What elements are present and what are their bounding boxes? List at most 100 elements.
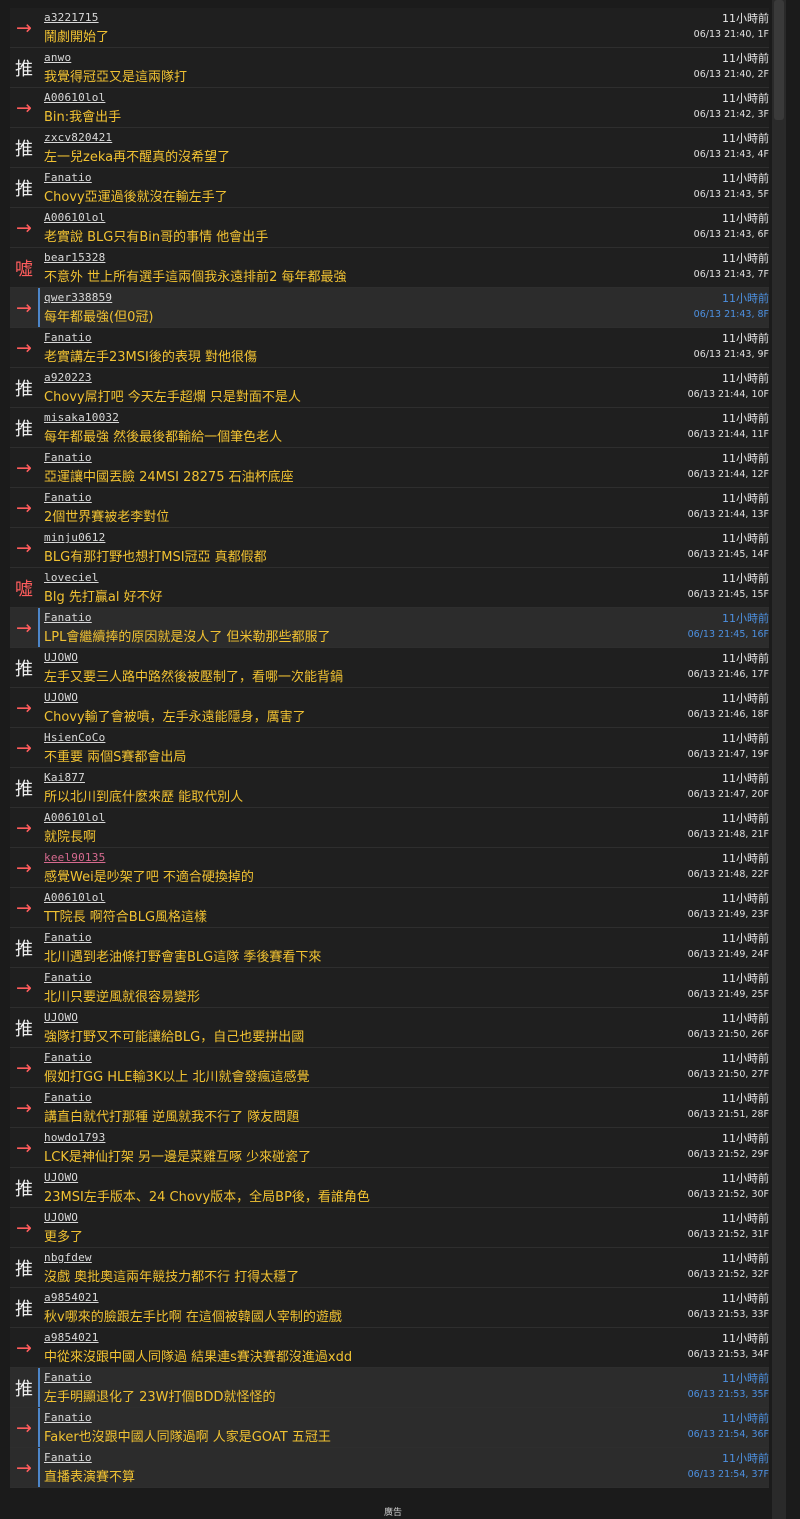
scrollbar-track[interactable] (772, 0, 786, 1519)
push-row[interactable]: 推 a9854021 秋v哪來的臉跟左手比啊 在這個被韓國人宰制的遊戲 11小時前 06… (10, 1288, 769, 1328)
push-userid[interactable]: HsienCoCo (44, 731, 105, 744)
push-content: 左手明顯退化了 23W打個BDD就怪怪的 (44, 1390, 276, 1405)
push-userid[interactable]: misaka10032 (44, 411, 119, 424)
push-row[interactable]: → keel90135 感覺Wei是吵架了吧 不適合硬換掉的 11小時前 06/13 2… (10, 848, 769, 888)
push-userid[interactable]: bear15328 (44, 251, 105, 264)
push-userid[interactable]: A00610lol (44, 811, 105, 824)
push-userid[interactable]: UJOWO (44, 691, 78, 704)
push-datetime-floor: 06/13 21:40, 2F (693, 69, 769, 80)
push-row[interactable]: → a9854021 中從來沒跟中國人同隊過 結果連s賽決賽都沒進過xdd 11小時前… (10, 1328, 769, 1368)
push-row[interactable]: 推 UJOWO 左手又要三人路中路然後被壓制了，看哪一次能背鍋 11小時前 06/13 … (10, 648, 769, 688)
push-row[interactable]: → Fanatio 直播表演賽不算 11小時前 06/13 21:54, 37F (10, 1448, 769, 1488)
push-row[interactable]: 推 anwo 我覺得冠亞又是這兩隊打 11小時前 06/13 21:40, 2F (10, 48, 769, 88)
push-row[interactable]: → Fanatio LPL會繼續捧的原因就是沒人了 但米勒那些都服了 11小時前 06/… (10, 608, 769, 648)
push-row[interactable]: 推 UJOWO 強隊打野又不可能讓給BLG，自己也要拼出國 11小時前 06/13 21… (10, 1008, 769, 1048)
push-content: 我覺得冠亞又是這兩隊打 (44, 70, 188, 85)
push-datetime-floor: 06/13 21:49, 25F (687, 989, 769, 1000)
push-row[interactable]: 推 misaka10032 每年都最強 然後最後都輸給一個筆色老人 11小時前 06/1… (10, 408, 769, 448)
push-userid[interactable]: Fanatio (44, 451, 92, 464)
push-datetime-floor: 06/13 21:50, 26F (687, 1029, 769, 1040)
push-userid[interactable]: a9854021 (44, 1331, 99, 1344)
push-tag-arrow: → (16, 736, 32, 759)
push-userid[interactable]: Fanatio (44, 971, 92, 984)
push-userid[interactable]: Fanatio (44, 171, 92, 184)
push-userid[interactable]: nbgfdew (44, 1251, 92, 1264)
push-tag-arrow: → (16, 16, 32, 39)
scrollbar-thumb[interactable] (774, 0, 784, 120)
push-row[interactable]: 推 Kai877 所以北川到底什麼來歷 能取代別人 11小時前 06/13 21:47,… (10, 768, 769, 808)
push-userid[interactable]: Fanatio (44, 1451, 92, 1464)
push-row[interactable]: 推 a920223 Chovy屌打吧 今天左手超爛 只是對面不是人 11小時前 06/1… (10, 368, 769, 408)
push-row[interactable]: → howdo1793 LCK是神仙打架 另一邊是菜雞互啄 少來碰瓷了 11小時前 06… (10, 1128, 769, 1168)
push-row[interactable]: → A00610lol Bin:我會出手 11小時前 06/13 21:42, 3F (10, 88, 769, 128)
push-userid[interactable]: minju0612 (44, 531, 105, 544)
push-content: 更多了 (44, 1230, 84, 1245)
push-row[interactable]: 推 nbgfdew 沒戲 奧批奧這兩年競技力都不行 打得太穩了 11小時前 06/13 … (10, 1248, 769, 1288)
push-userid[interactable]: Fanatio (44, 1411, 92, 1424)
push-userid[interactable]: anwo (44, 51, 71, 64)
push-userid[interactable]: Fanatio (44, 491, 92, 504)
push-userid[interactable]: UJOWO (44, 1171, 78, 1184)
push-tag-arrow: → (16, 336, 32, 359)
push-userid[interactable]: Fanatio (44, 1371, 92, 1384)
push-row[interactable]: → minju0612 BLG有那打野也想打MSI冠亞 真都假都 11小時前 06/13… (10, 528, 769, 568)
push-row[interactable]: → Fanatio 假如打GG HLE輸3K以上 北川就會發瘋這感覺 11小時前 06/… (10, 1048, 769, 1088)
push-userid[interactable]: Kai877 (44, 771, 85, 784)
push-content: 2個世界賽被老李對位 (44, 510, 170, 525)
push-row[interactable]: → qwer338859 每年都最強(但0冠) 11小時前 06/13 21:43, 8… (10, 288, 769, 328)
push-userid[interactable]: howdo1793 (44, 1131, 105, 1144)
push-datetime-floor: 06/13 21:44, 12F (687, 469, 769, 480)
push-userid[interactable]: a9854021 (44, 1291, 99, 1304)
push-row[interactable]: 噓 loveciel Blg 先打贏al 好不好 11小時前 06/13 21:45, … (10, 568, 769, 608)
push-row[interactable]: → Fanatio 2個世界賽被老李對位 11小時前 06/13 21:44, 13F (10, 488, 769, 528)
push-datetime-floor: 06/13 21:43, 7F (693, 269, 769, 280)
push-userid[interactable]: qwer338859 (44, 291, 112, 304)
push-row[interactable]: 推 zxcv820421 左一兒zeka再不醒真的沒希望了 11小時前 06/13 21… (10, 128, 769, 168)
push-relative-time: 11小時前 (722, 332, 769, 345)
push-row[interactable]: 推 Fanatio Chovy亞運過後就沒在輸左手了 11小時前 06/13 21:43… (10, 168, 769, 208)
push-row[interactable]: 噓 bear15328 不意外 世上所有選手這兩個我永遠排前2 每年都最強 11小時前… (10, 248, 769, 288)
push-content: 感覺Wei是吵架了吧 不適合硬換掉的 (44, 870, 254, 885)
push-row[interactable]: 推 UJOWO 23MSI左手版本、24 Chovy版本，全局BP後，看誰角色 11小… (10, 1168, 769, 1208)
push-row[interactable]: → Fanatio 講直白就代打那種 逆風就我不行了 隊友問題 11小時前 06/13 … (10, 1088, 769, 1128)
push-row[interactable]: → HsienCoCo 不重要 兩個S賽都會出局 11小時前 06/13 21:47, … (10, 728, 769, 768)
push-userid[interactable]: keel90135 (44, 851, 105, 864)
push-row[interactable]: → UJOWO Chovy輸了會被噴，左手永遠能隱身，厲害了 11小時前 06/13 2… (10, 688, 769, 728)
push-row[interactable]: → A00610lol 就院長啊 11小時前 06/13 21:48, 21F (10, 808, 769, 848)
push-tag-arrow: → (16, 216, 32, 239)
push-content: 所以北川到底什麼來歷 能取代別人 (44, 790, 244, 805)
push-row[interactable]: → Fanatio Faker也沒跟中國人同隊過啊 人家是GOAT 五冠王 11小時前… (10, 1408, 769, 1448)
push-userid[interactable]: zxcv820421 (44, 131, 112, 144)
push-row[interactable]: → Fanatio 亞運讓中國丟臉 24MSI 28275 石油杯底座 11小時前 06… (10, 448, 769, 488)
push-userid[interactable]: UJOWO (44, 1211, 78, 1224)
push-userid[interactable]: Fanatio (44, 1051, 92, 1064)
push-relative-time: 11小時前 (722, 412, 769, 425)
push-userid[interactable]: A00610lol (44, 891, 105, 904)
push-tag-push: 推 (15, 138, 33, 160)
push-userid[interactable]: Fanatio (44, 1091, 92, 1104)
push-row[interactable]: → Fanatio 北川只要逆風就很容易變形 11小時前 06/13 21:49, 25… (10, 968, 769, 1008)
push-userid[interactable]: a920223 (44, 371, 92, 384)
push-userid[interactable]: Fanatio (44, 931, 92, 944)
push-row[interactable]: → a3221715 鬧劇開始了 11小時前 06/13 21:40, 1F (10, 8, 769, 48)
push-userid[interactable]: a3221715 (44, 11, 99, 24)
push-row[interactable]: → A00610lol 老實說 BLG只有Bin哥的事情 他會出手 11小時前 06/1… (10, 208, 769, 248)
push-tag-push: 推 (15, 1178, 33, 1200)
push-row[interactable]: → Fanatio 老實講左手23MSI後的表現 對他很傷 11小時前 06/13 21… (10, 328, 769, 368)
push-userid[interactable]: UJOWO (44, 1011, 78, 1024)
push-tag-push: 推 (15, 58, 33, 80)
push-row[interactable]: → A00610lol TT院長 啊符合BLG風格這樣 11小時前 06/13 21:4… (10, 888, 769, 928)
push-userid[interactable]: Fanatio (44, 331, 92, 344)
push-userid[interactable]: UJOWO (44, 651, 78, 664)
push-row[interactable]: 推 Fanatio 左手明顯退化了 23W打個BDD就怪怪的 11小時前 06/13 2… (10, 1368, 769, 1408)
push-userid[interactable]: A00610lol (44, 211, 105, 224)
push-row[interactable]: 推 Fanatio 北川遇到老油條打野會害BLG這隊 季後賽看下來 11小時前 06/1… (10, 928, 769, 968)
push-row[interactable]: → UJOWO 更多了 11小時前 06/13 21:52, 31F (10, 1208, 769, 1248)
push-userid[interactable]: A00610lol (44, 91, 105, 104)
push-content: 亞運讓中國丟臉 24MSI 28275 石油杯底座 (44, 470, 294, 485)
push-relative-time: 11小時前 (722, 1172, 769, 1185)
push-relative-time: 11小時前 (722, 972, 769, 985)
push-userid[interactable]: loveciel (44, 571, 99, 584)
push-userid[interactable]: Fanatio (44, 611, 92, 624)
push-tag-arrow: → (16, 496, 32, 519)
